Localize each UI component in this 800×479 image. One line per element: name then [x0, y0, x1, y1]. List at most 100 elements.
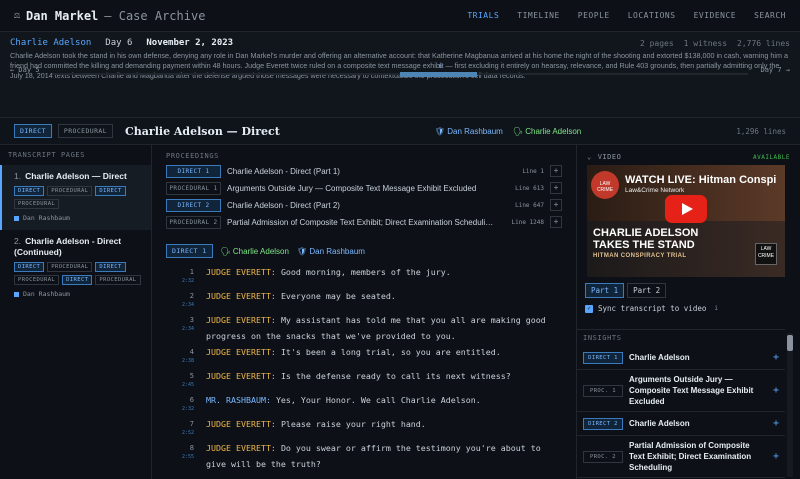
- section-examiner[interactable]: 🛡 Dan Rashbaum: [297, 247, 365, 256]
- page-tag: DIRECT: [14, 262, 45, 272]
- plus-icon[interactable]: +: [773, 451, 779, 462]
- page-number: 1.: [14, 171, 22, 181]
- transcript-line[interactable]: 3 2:34 JUDGE EVERETT: My assistant has tol…: [166, 312, 562, 344]
- brand[interactable]: ⚖ Dan Markel — Case Archive: [14, 9, 205, 23]
- insight-item[interactable]: PROC. 1 Arguments Outside Jury — Composi…: [577, 370, 785, 412]
- video-parts: Part 1 Part 2: [585, 283, 792, 298]
- page-tag: DIRECT: [14, 186, 45, 196]
- party-witness[interactable]: 🗣 Charlie Adelson: [513, 127, 581, 136]
- line-timestamp[interactable]: 2:32: [166, 277, 194, 286]
- info-icon[interactable]: i: [714, 305, 718, 312]
- proceeding-item[interactable]: DIRECT 2 Charlie Adelson - Direct (Part …: [166, 197, 562, 213]
- chevron-down-icon[interactable]: ⌄: [587, 153, 592, 161]
- network-logo: LAW CRIME: [755, 243, 777, 265]
- tag-direct[interactable]: DIRECT: [14, 124, 52, 138]
- insight-item[interactable]: DIRECT 1 Charlie Adelson +: [577, 346, 785, 370]
- speaker-label: JUDGE EVERETT:: [206, 371, 276, 381]
- nav-trials[interactable]: TRIALS: [467, 11, 499, 20]
- transcript-line[interactable]: 6 2:32 MR. RASHBAUM: Yes, Your Honor. We c…: [166, 392, 562, 416]
- plus-icon[interactable]: +: [773, 418, 779, 429]
- page-tag: DIRECT: [62, 275, 93, 285]
- scale-icon: ⚖: [14, 10, 21, 21]
- plus-icon[interactable]: +: [773, 352, 779, 363]
- day-meta: 2 pages 1 witness 2,776 lines: [640, 39, 790, 48]
- plus-icon[interactable]: +: [550, 199, 562, 211]
- speaker-label: JUDGE EVERETT:: [206, 443, 276, 453]
- proceeding-item[interactable]: PROCEDURAL 1 Arguments Outside Jury — Co…: [166, 180, 562, 196]
- section-speakers: DIRECT 1 🗣 Charlie Adelson 🛡 Dan Rashbau…: [166, 244, 562, 258]
- speaker-label: JUDGE EVERETT:: [206, 315, 276, 325]
- video-part-2[interactable]: Part 2: [627, 283, 667, 298]
- video-player[interactable]: LAW CRIME WATCH LIVE: Hitman Conspi Law&…: [587, 165, 785, 277]
- plus-icon[interactable]: +: [773, 385, 779, 396]
- proceeding-line: Line 1248: [511, 218, 544, 226]
- lines-count: 2,776 lines: [737, 38, 790, 48]
- plus-icon[interactable]: +: [550, 182, 562, 194]
- person-icon: 🗣: [220, 246, 231, 256]
- insight-tag: DIRECT 1: [583, 351, 623, 364]
- nav-locations[interactable]: LOCATIONS: [628, 11, 676, 20]
- line-timestamp[interactable]: 2:55: [166, 453, 194, 462]
- nav-people[interactable]: PEOPLE: [578, 11, 610, 20]
- transcript-line[interactable]: 2 2:34 JUDGE EVERETT: Everyone may be seat…: [166, 288, 562, 312]
- section-witness[interactable]: 🗣 Charlie Adelson: [221, 247, 289, 256]
- line-number-value: 2: [189, 292, 194, 300]
- insights-scrollbar[interactable]: [787, 333, 793, 477]
- transcript-page-2[interactable]: 2. Charlie Adelson - Direct (Continued) D…: [0, 230, 151, 306]
- insight-item[interactable]: DIRECT 2 Charlie Adelson +: [577, 412, 785, 436]
- shield-icon: 🛡: [434, 126, 445, 136]
- line-timestamp[interactable]: 2:45: [166, 381, 194, 390]
- insight-item[interactable]: PROC. 2 Partial Admission of Composite T…: [577, 436, 785, 478]
- transcript-line[interactable]: 7 2:52 JUDGE EVERETT: Please raise your ri…: [166, 416, 562, 440]
- page-number: 2.: [14, 236, 22, 246]
- video-part-1[interactable]: Part 1: [585, 283, 625, 298]
- page-item-title: Charlie Adelson - Direct (Continued): [14, 236, 122, 257]
- witness-name[interactable]: Charlie Adelson: [10, 38, 91, 48]
- plus-icon[interactable]: +: [550, 165, 562, 177]
- transcript-page-1[interactable]: 1. Charlie Adelson — Direct DIRECT PROCED…: [0, 165, 151, 230]
- page-tag: DIRECT: [95, 186, 126, 196]
- sync-toggle[interactable]: ✓ Sync transcript to video i: [585, 304, 792, 313]
- line-timestamp[interactable]: 2:34: [166, 325, 194, 334]
- page-tag: PROCEDURAL: [14, 199, 60, 209]
- nav-evidence[interactable]: EVIDENCE: [694, 11, 737, 20]
- party-prosecution[interactable]: 🛡 Dan Rashbaum: [435, 127, 503, 136]
- section-tag: DIRECT 1: [166, 244, 213, 258]
- transcript-line[interactable]: 1 2:32 JUDGE EVERETT: Good morning, member…: [166, 264, 562, 288]
- line-timestamp[interactable]: 2:32: [166, 405, 194, 414]
- line-text: JUDGE EVERETT: My assistant has told me …: [206, 312, 562, 344]
- section-witness-name: Charlie Adelson: [232, 246, 289, 256]
- line-timestamp[interactable]: 2:34: [166, 301, 194, 310]
- insight-tag: PROC. 2: [583, 450, 623, 463]
- line-timestamp[interactable]: 2:38: [166, 357, 194, 366]
- sidebar-right: ⌄ VIDEO AVAILABLE LAW CRIME WATCH LIVE: …: [576, 145, 800, 479]
- video-header[interactable]: ⌄ VIDEO AVAILABLE: [577, 145, 800, 165]
- scrollbar-thumb[interactable]: [787, 335, 793, 351]
- play-icon[interactable]: [665, 195, 707, 223]
- speaker-label: JUDGE EVERETT:: [206, 267, 276, 277]
- speaker-label: JUDGE EVERETT:: [206, 347, 276, 357]
- next-day-button[interactable]: Day 7 →: [760, 66, 790, 74]
- day-track[interactable]: 6: [51, 62, 749, 78]
- nav-links: TRIALS TIMELINE PEOPLE LOCATIONS EVIDENC…: [467, 11, 786, 20]
- line-number: 8 2:55: [166, 440, 206, 472]
- video-heading: VIDEO: [597, 153, 622, 161]
- proceeding-item[interactable]: PROCEDURAL 2 Partial Admission of Compos…: [166, 214, 562, 230]
- checkbox-icon[interactable]: ✓: [585, 304, 593, 313]
- nav-search[interactable]: SEARCH: [754, 11, 786, 20]
- party-witness-name: Charlie Adelson: [525, 126, 582, 136]
- line-number-value: 5: [189, 372, 194, 380]
- nav-timeline[interactable]: TIMELINE: [517, 11, 560, 20]
- line-timestamp[interactable]: 2:52: [166, 429, 194, 438]
- page-tag: PROCEDURAL: [47, 262, 93, 272]
- transcript-line[interactable]: 4 2:38 JUDGE EVERETT: It's been a long tri…: [166, 344, 562, 368]
- page-tag: PROCEDURAL: [95, 275, 141, 285]
- line-number-value: 6: [189, 396, 194, 404]
- transcript-line[interactable]: 5 2:45 JUDGE EVERETT: Is the defense ready…: [166, 368, 562, 392]
- prev-day-button[interactable]: ← Day 5: [10, 66, 40, 74]
- proceeding-item[interactable]: DIRECT 1 Charlie Adelson - Direct (Part …: [166, 163, 562, 179]
- tag-procedural[interactable]: PROCEDURAL: [57, 124, 114, 138]
- person-icon: 🗣: [512, 126, 523, 136]
- plus-icon[interactable]: +: [550, 216, 562, 228]
- transcript-line[interactable]: 8 2:55 JUDGE EVERETT: Do you swear or affi…: [166, 440, 562, 472]
